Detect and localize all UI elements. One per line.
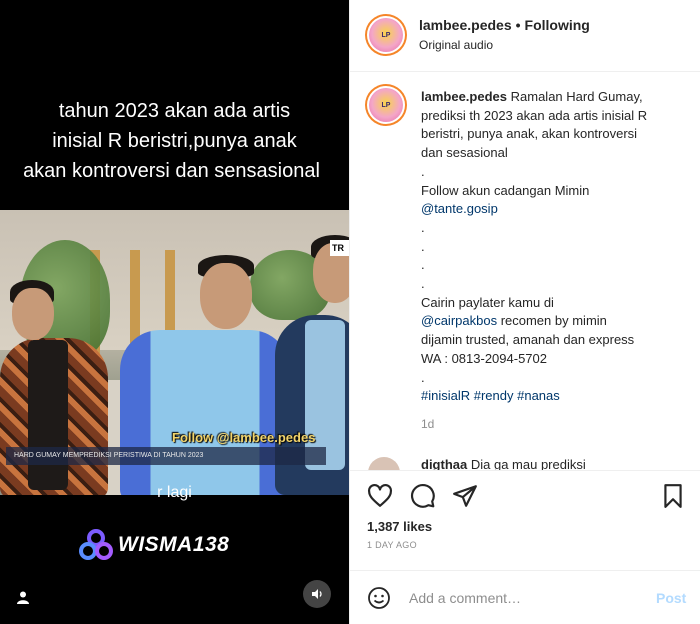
emoji-icon[interactable] <box>367 586 391 610</box>
avatar-image: LP <box>369 18 403 52</box>
caption-timestamp: 1d <box>421 417 435 431</box>
user-tag-icon[interactable] <box>16 590 30 604</box>
post-panel: LP lambee.pedes • Following Original audio… <box>349 0 700 624</box>
news-ticker: HARD GUMAY MEMPREDIKSI PERISTIWA DI TAHU… <box>6 447 326 465</box>
avatar[interactable]: LP <box>365 14 407 56</box>
comment-icon[interactable] <box>410 483 436 509</box>
follow-watermark: Follow @lambee.pedes <box>172 430 316 445</box>
video-caption-line: akan kontroversi dan sensasional <box>23 160 320 182</box>
comment-form: Add a comment… Post <box>350 570 700 624</box>
caption-text: lambee.pedes Ramalan Hard Gumay, prediks… <box>421 88 689 406</box>
action-bar: 1,387 likes 1 DAY AGO <box>350 470 700 570</box>
share-icon[interactable] <box>452 483 478 509</box>
video-subtitle: r lagi <box>157 484 192 501</box>
brand-watermark: WISMA138 <box>78 527 229 563</box>
caption-avatar[interactable]: LP <box>365 84 407 126</box>
audio-link[interactable]: Original audio <box>419 38 493 52</box>
comment-text: Dia ga mau prediksi <box>470 457 586 470</box>
bookmark-icon[interactable] <box>660 483 686 509</box>
caption-username[interactable]: lambee.pedes <box>421 89 507 104</box>
tv-channel-logo: TR <box>330 240 349 256</box>
comment-item: digthaa Dia ga mau prediksi <box>421 457 586 470</box>
video-caption-line: inisial R beristri,punya anak <box>52 130 297 152</box>
hashtag-links[interactable]: #inisialR #rendy #nanas <box>421 387 689 406</box>
comment-input[interactable]: Add a comment… <box>409 590 521 606</box>
mention-link[interactable]: @tante.gosip <box>421 200 689 219</box>
post-date: 1 DAY AGO <box>367 540 417 550</box>
mention-link[interactable]: @cairpakbos <box>421 313 497 328</box>
comment-username[interactable]: digthaa <box>421 457 467 470</box>
video-player[interactable]: tahun 2023 akan ada artis inisial R beri… <box>0 0 349 624</box>
brand-name: WISMA138 <box>118 533 230 556</box>
caption-section: LP lambee.pedes Ramalan Hard Gumay, pred… <box>350 72 700 470</box>
video-caption-overlay: tahun 2023 akan ada artis inisial R beri… <box>0 96 349 186</box>
video-caption-line: tahun 2023 akan ada artis <box>58 100 291 122</box>
heart-icon[interactable] <box>367 483 393 509</box>
post-button[interactable]: Post <box>656 590 686 606</box>
header-username[interactable]: lambee.pedes <box>419 17 512 33</box>
following-button[interactable]: Following <box>525 17 590 33</box>
speaker-icon <box>312 589 322 599</box>
audio-toggle-button[interactable] <box>303 580 331 608</box>
separator-dot: • <box>515 17 521 33</box>
comment-avatar[interactable] <box>368 457 400 470</box>
post-header: LP lambee.pedes • Following Original audio <box>350 0 700 72</box>
likes-count[interactable]: 1,387 likes <box>367 519 432 534</box>
brand-logo-icon <box>79 529 113 560</box>
